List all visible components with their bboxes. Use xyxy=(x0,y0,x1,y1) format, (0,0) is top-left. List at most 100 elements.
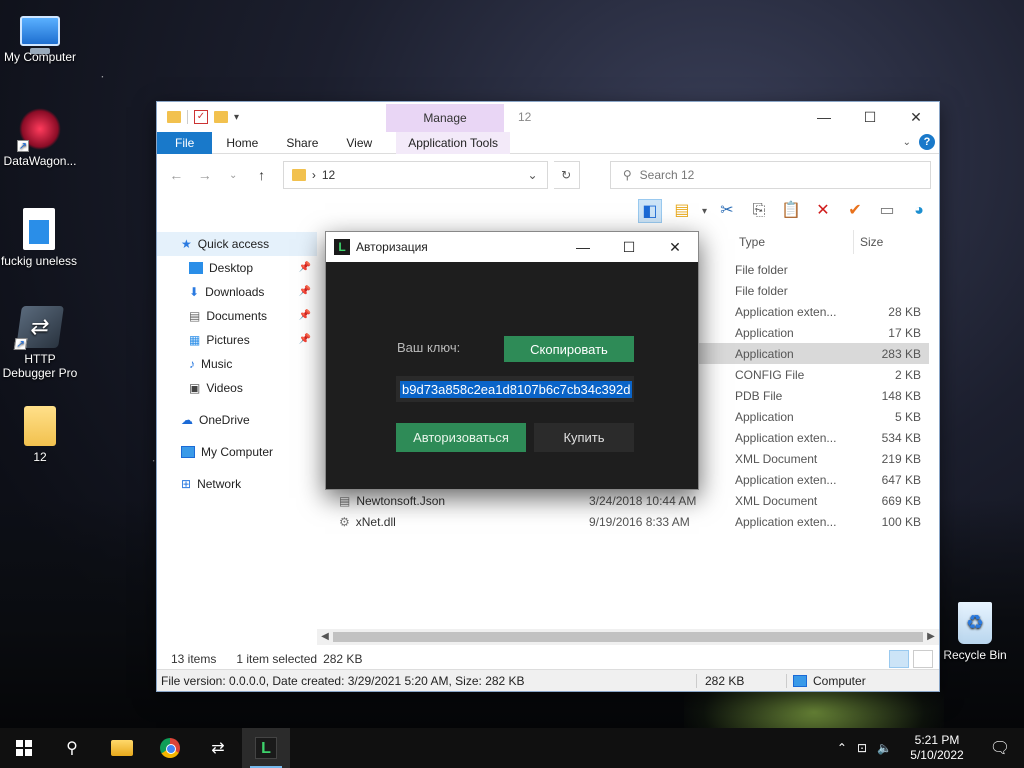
tab-home[interactable]: Home xyxy=(212,132,272,154)
key-label: Ваш ключ: xyxy=(397,340,461,355)
scrollbar-thumb[interactable] xyxy=(333,632,923,642)
properties-globe-icon[interactable]: ◕ xyxy=(907,199,931,223)
dialog-title-bar[interactable]: L Авторизация — ☐ ✕ xyxy=(326,232,698,262)
search-button[interactable]: ⚲ xyxy=(48,728,96,768)
forward-arrow-icon[interactable]: → xyxy=(193,167,215,183)
nav-item-pictures[interactable]: ▦ Pictures 📌 xyxy=(157,328,317,352)
computer-icon xyxy=(20,16,60,54)
column-header-size[interactable]: Size xyxy=(853,230,933,254)
breadcrumb-separator-icon[interactable]: › xyxy=(312,168,316,182)
volume-icon[interactable]: 🔈 xyxy=(877,741,892,755)
nav-item-videos[interactable]: ▣ Videos xyxy=(157,376,317,400)
recent-locations-icon[interactable]: ⌄ xyxy=(222,170,244,181)
tab-application-tools[interactable]: Application Tools xyxy=(396,131,511,154)
nav-item-my-computer[interactable]: My Computer xyxy=(157,440,317,464)
taskbar-auth-app[interactable]: L xyxy=(242,728,290,768)
table-row[interactable]: ⚙ xNet.dll 9/19/2016 8:33 AM Application … xyxy=(327,511,929,532)
tab-share[interactable]: Share xyxy=(272,132,332,154)
refresh-icon[interactable]: ↻ xyxy=(553,161,580,189)
desktop-icon-label: DataWagon... xyxy=(3,154,77,168)
properties-icon[interactable]: ✓ xyxy=(194,110,208,124)
taskbar-chrome[interactable] xyxy=(146,728,194,768)
buy-button[interactable]: Купить xyxy=(534,423,634,452)
delete-icon[interactable]: ✕ xyxy=(811,199,835,223)
maximize-icon[interactable]: ☐ xyxy=(606,232,652,262)
cut-icon[interactable]: ✂ xyxy=(715,199,739,223)
desktop-icon-recycle-bin[interactable]: ♻ Recycle Bin xyxy=(935,602,1015,662)
nav-item-desktop[interactable]: Desktop 📌 xyxy=(157,256,317,280)
nav-item-documents[interactable]: ▤ Documents 📌 xyxy=(157,304,317,328)
nav-item-quick-access[interactable]: ★ Quick access xyxy=(157,232,317,256)
close-icon[interactable]: ✕ xyxy=(893,102,939,132)
desktop-icon-folder-12[interactable]: 12 xyxy=(0,406,80,464)
document-icon: ▤ xyxy=(189,309,201,323)
notifications-icon[interactable]: 🗨 xyxy=(982,738,1018,758)
selection-size: 282 KB xyxy=(323,652,363,666)
download-icon: ⬇ xyxy=(189,285,200,299)
search-input[interactable]: Search 12 xyxy=(640,168,695,182)
clock[interactable]: 5:21 PM 5/10/2022 xyxy=(902,733,972,763)
horizontal-scrollbar[interactable]: ◀ ▶ xyxy=(317,629,939,645)
help-icon[interactable]: ? xyxy=(919,134,935,150)
paste-icon[interactable]: 📋 xyxy=(779,199,803,223)
maximize-icon[interactable]: ☐ xyxy=(847,102,893,132)
system-tray: ⌃ ⊡ 🔈 5:21 PM 5/10/2022 🗨 xyxy=(837,733,1024,763)
nav-item-onedrive[interactable]: ☁ OneDrive xyxy=(157,408,317,432)
close-icon[interactable]: ✕ xyxy=(652,232,698,262)
new-folder-icon[interactable] xyxy=(214,111,228,123)
network-icon[interactable]: ⊡ xyxy=(857,741,867,755)
search-icon: ⚲ xyxy=(66,740,78,757)
ribbon-tabs: File Home Share View Application Tools ⌄… xyxy=(157,131,939,154)
nav-item-music[interactable]: ♪ Music xyxy=(157,352,317,376)
folder-options-icon[interactable]: ▤ xyxy=(670,199,694,223)
address-dropdown-icon[interactable]: ⌄ xyxy=(519,168,547,182)
video-icon: ▣ xyxy=(189,381,201,395)
copy-button[interactable]: Скопировать xyxy=(504,336,634,362)
desktop-icon-my-computer[interactable]: My Computer xyxy=(0,10,80,64)
http-debugger-icon: ⇄ xyxy=(211,740,225,757)
search-box[interactable]: ⚲ Search 12 xyxy=(609,161,931,189)
desktop-icon-datawagon[interactable]: ↗ DataWagon... xyxy=(0,108,80,168)
rename-icon[interactable]: ▭ xyxy=(875,199,899,223)
chevron-up-icon[interactable]: ⌃ xyxy=(837,741,847,755)
table-row[interactable]: ▤ Newtonsoft.Json 3/24/2018 10:44 AM XML … xyxy=(327,490,929,511)
details-view-icon[interactable] xyxy=(889,650,909,668)
minimize-icon[interactable]: — xyxy=(801,102,847,132)
key-value: b9d73a858c2ea1d8107b6c7cb34c392d xyxy=(400,380,633,398)
breadcrumb[interactable]: 12 xyxy=(322,168,335,182)
scroll-right-icon[interactable]: ▶ xyxy=(923,629,939,645)
desktop-icon-label: HTTP Debugger Pro xyxy=(2,352,78,380)
scroll-left-icon[interactable]: ◀ xyxy=(317,629,333,645)
clock-date: 5/10/2022 xyxy=(910,748,964,762)
column-header-type[interactable]: Type xyxy=(735,230,853,254)
copy-icon[interactable]: ⎘ xyxy=(747,199,771,223)
authorize-button[interactable]: Авторизоваться xyxy=(396,423,526,452)
nav-item-network[interactable]: ⊞ Network xyxy=(157,472,317,496)
file-details: File version: 0.0.0.0, Date created: 3/2… xyxy=(157,673,697,688)
large-icons-view-icon[interactable] xyxy=(913,650,933,668)
dropdown-icon[interactable]: ▾ xyxy=(702,206,707,217)
folder-icon xyxy=(24,406,56,446)
tab-view[interactable]: View xyxy=(332,132,386,154)
customize-dropdown-icon[interactable]: ▾ xyxy=(234,112,239,123)
key-field[interactable]: b9d73a858c2ea1d8107b6c7cb34c392d xyxy=(396,376,634,402)
manage-contextual-tab[interactable]: Manage xyxy=(386,104,504,132)
address-bar[interactable]: › 12 ⌄ xyxy=(282,161,548,189)
up-arrow-icon[interactable]: ↑ xyxy=(250,167,272,183)
expand-ribbon-icon[interactable]: ⌄ xyxy=(903,137,911,148)
tab-file[interactable]: File xyxy=(157,131,213,154)
back-arrow-icon[interactable]: ← xyxy=(165,167,187,183)
taskbar-http-debugger[interactable]: ⇄ xyxy=(194,728,242,768)
taskbar-file-explorer[interactable] xyxy=(98,728,146,768)
desktop-icon-label: 12 xyxy=(33,450,47,464)
minimize-icon[interactable]: — xyxy=(560,232,606,262)
select-checkmark-icon[interactable]: ✔ xyxy=(843,199,867,223)
preview-pane-icon[interactable]: ◧ xyxy=(637,199,662,223)
start-button[interactable] xyxy=(0,728,48,768)
nav-item-downloads[interactable]: ⬇ Downloads 📌 xyxy=(157,280,317,304)
xml-file-icon: ▤ xyxy=(339,493,351,508)
video-file-icon xyxy=(23,208,55,250)
explorer-title-bar[interactable]: ✓ ▾ Manage 12 — ☐ ✕ xyxy=(157,102,939,132)
desktop-icon-http-debugger[interactable]: ⇄ ↗ HTTP Debugger Pro xyxy=(0,306,80,380)
desktop-icon-video[interactable]: fuckig uneless xyxy=(0,208,78,268)
